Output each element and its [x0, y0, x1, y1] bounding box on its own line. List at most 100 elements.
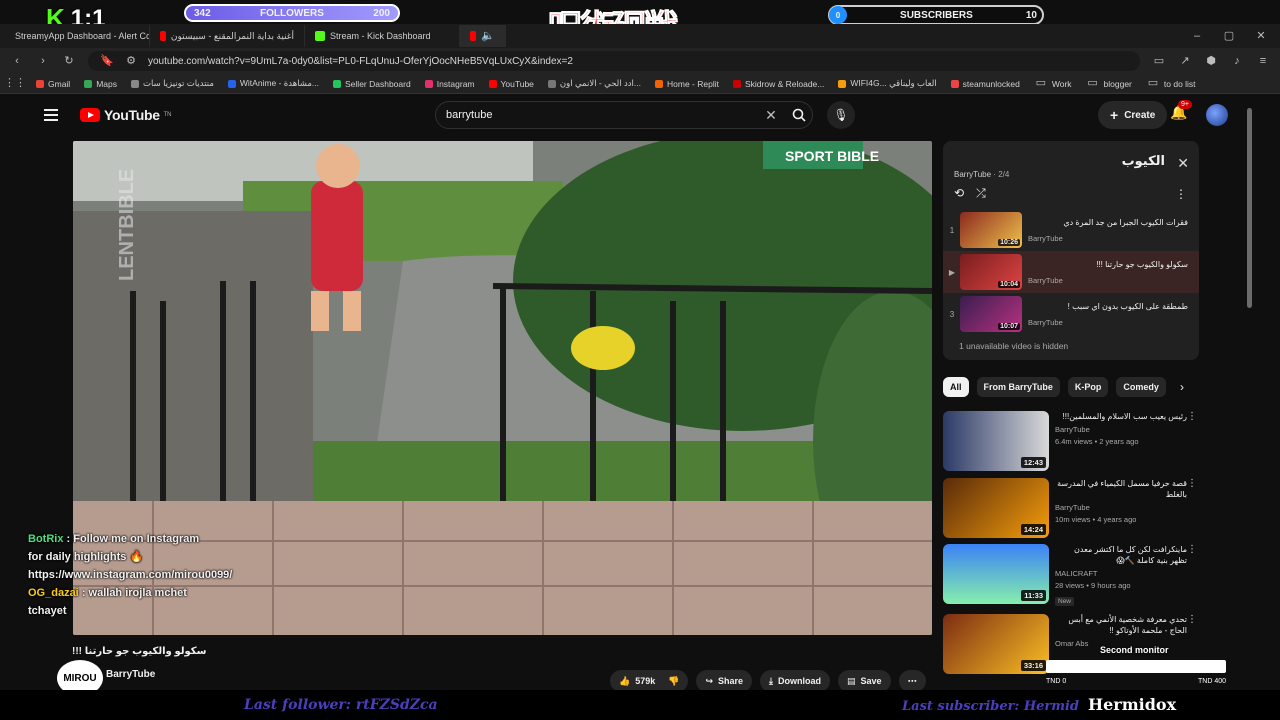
now-playing-icon: ▶ — [948, 267, 956, 277]
bookmark-youtube[interactable]: YouTube — [488, 79, 534, 89]
menu-icon[interactable]: ≡ — [1256, 54, 1270, 68]
create-button[interactable]: + Create — [1098, 101, 1168, 129]
bookmark-maps[interactable]: Maps — [84, 79, 117, 89]
bookmark-skidrow[interactable]: Skidrow & Reloade... — [732, 78, 825, 89]
speaker-icon: 🔈 — [481, 29, 495, 42]
bookmark-icon[interactable]: 🔖 — [100, 54, 114, 68]
recommendation-channel[interactable]: BarryTube — [1055, 503, 1187, 512]
bookmark-tunisia-sat[interactable]: منتديات تونيزيا سات — [131, 78, 214, 89]
share-button[interactable]: ↪ Share — [696, 670, 753, 692]
share-icon[interactable]: ↗ — [1178, 54, 1192, 68]
recommendation-thumbnail: 14:24 — [943, 478, 1049, 538]
folder-icon: ▭ — [1147, 77, 1159, 89]
instagram-icon — [424, 79, 433, 88]
site-info-icon[interactable]: ⚙ — [124, 54, 138, 68]
duration-badge: 12:43 — [1020, 457, 1046, 468]
minimize-icon[interactable]: – — [1190, 29, 1204, 43]
extension-icon[interactable]: ⬢ — [1204, 54, 1218, 68]
bookmark-steamunlocked[interactable]: steamunlocked — [950, 79, 1020, 89]
hidden-videos-note: 1 unavailable video is hidden — [959, 341, 1069, 351]
recommendation-item[interactable]: 14:24 قصة حرفيا مسمل الكيمياء في المدرسة… — [943, 478, 1201, 540]
chip-comedy[interactable]: Comedy — [1116, 377, 1166, 397]
recommendation-item[interactable]: 12:43 رئيس يعيب سب الاسلام والمسلمين!!! … — [943, 411, 1201, 473]
playlist-item[interactable]: 1 10:26 فقرات الكيوب الجبرا من جد المرة … — [943, 209, 1199, 251]
reload-icon[interactable]: ↻ — [62, 54, 76, 68]
bookmark-folder-blogger[interactable]: ▭ blogger — [1086, 77, 1132, 91]
playlist-channel[interactable]: BarryTube — [954, 170, 991, 179]
more-actions-icon[interactable]: ⋮ — [1187, 544, 1197, 555]
forum-icon — [131, 79, 139, 88]
more-actions-icon[interactable]: ⋮ — [1187, 478, 1197, 489]
guide-menu-icon[interactable] — [44, 109, 58, 121]
maximize-icon[interactable]: ▢ — [1222, 29, 1236, 43]
page-scrollbar[interactable] — [1247, 108, 1252, 308]
youtube-icon — [488, 79, 497, 88]
close-playlist-icon[interactable]: ✕ — [1177, 155, 1189, 172]
bookmark-gmail[interactable]: Gmail — [36, 79, 70, 89]
kick-favicon-icon — [315, 31, 325, 41]
bookmark-witanime[interactable]: WitAnime - مشاهدة... — [227, 78, 319, 89]
close-icon[interactable]: ✕ — [1254, 29, 1268, 43]
loop-icon[interactable]: ⟲ — [954, 186, 964, 201]
voice-search-button[interactable]: 🎙 — [827, 101, 855, 129]
bookmark-seller-dashboard[interactable]: Seller Dashboard — [333, 79, 411, 89]
save-button[interactable]: ▤ Save — [838, 670, 891, 692]
clear-search-icon[interactable]: ✕ — [764, 108, 778, 122]
address-bar[interactable]: 🔖 ⚙ youtube.com/watch?v=9UmL7a-0dy0&list… — [88, 51, 1140, 71]
bookmark-replit[interactable]: Home - Replit — [655, 79, 719, 89]
recommendation-item[interactable]: 11:33 ماينكرافت لكن كل ما اكتشر معدن تظه… — [943, 544, 1201, 606]
search-input[interactable]: barrytube ✕ — [435, 101, 813, 129]
like-button[interactable]: 👍 579k 👎 — [610, 670, 689, 692]
playlist-index: 1 — [949, 225, 955, 235]
apps-grid-icon[interactable]: ⋮⋮ — [4, 77, 26, 91]
stream-chat: BotRix : Follow me on Instagram for dail… — [28, 530, 232, 620]
playlist-title[interactable]: الكيوب — [1122, 153, 1165, 169]
chip-from-channel[interactable]: From BarryTube — [976, 377, 1060, 397]
playlist-item-title: فقرات الكيوب الجبرا من جد المرة دي — [1063, 217, 1188, 227]
save-icon: ▤ — [847, 675, 856, 686]
account-avatar[interactable] — [1206, 104, 1228, 126]
playlist-item[interactable]: 3 10:07 طمطقة على الكيوب بدون اي سبب ! Ba… — [943, 293, 1199, 335]
more-actions-icon[interactable]: ⋮ — [1187, 411, 1197, 422]
bookmark-anime-site[interactable]: ادد الحي - الانمي اون... — [547, 78, 641, 89]
tab-youtube-active[interactable]: 🔈 — [460, 25, 506, 47]
music-icon[interactable]: ♪ — [1230, 54, 1244, 68]
chat-message: BotRix : Follow me on Instagram for dail… — [28, 530, 232, 584]
chip-all[interactable]: All — [943, 377, 969, 397]
bookmark-label: Skidrow & Reloade... — [744, 78, 825, 89]
tab-streamyapp[interactable]: StreamyApp Dashboard - Alert Conf — [0, 25, 150, 47]
playlist-more-icon[interactable]: ⋮ — [1175, 187, 1187, 201]
recommendation-channel[interactable]: MALICRAFT — [1055, 569, 1187, 578]
duration-badge: 33:16 — [1020, 660, 1046, 671]
bookmark-folder-todo[interactable]: ▭ to do list — [1146, 77, 1196, 91]
channel-name[interactable]: BarryTube — [106, 669, 155, 680]
chevron-right-icon[interactable]: › — [1180, 380, 1184, 394]
shuffle-icon[interactable]: ⤮ — [976, 186, 986, 201]
bookmark-folder-work[interactable]: ▭ Work — [1034, 77, 1072, 91]
download-button[interactable]: ⤓ Download — [760, 670, 831, 692]
duration-badge: 10:04 — [998, 281, 1020, 288]
youtube-logo[interactable]: YouTube TN — [80, 107, 171, 123]
youtube-play-icon — [80, 108, 100, 122]
recommendation-channel[interactable]: BarryTube — [1055, 425, 1187, 434]
chip-kpop[interactable]: K-Pop — [1067, 377, 1109, 397]
bookmark-wifi4g[interactable]: WIFI4G... العاب وليناقي — [838, 78, 937, 89]
dislike-icon[interactable]: 👎 — [668, 676, 679, 687]
screen-icon[interactable]: ▭ — [1152, 54, 1166, 68]
more-actions-icon[interactable]: ⋮ — [1187, 614, 1197, 625]
tab-spacetoon-song[interactable]: أغنية بداية النمرالمقنع - سبيستون — [150, 25, 305, 47]
wifi4g-icon — [838, 79, 847, 88]
forward-icon[interactable]: › — [36, 54, 50, 68]
playlist-item-current[interactable]: ▶ 10:04 سكولو والكيوب جو حارتنا !!! Barry… — [943, 251, 1199, 293]
back-icon[interactable]: ‹ — [10, 54, 24, 68]
tab-kick-dashboard[interactable]: Stream - Kick Dashboard — [305, 25, 460, 47]
playlist-item-title: سكولو والكيوب جو حارتنا !!! — [1096, 259, 1188, 269]
followers-goal-bar: 342 FOLLOWERS 200 — [184, 4, 400, 22]
more-button[interactable]: ⋯ — [898, 670, 926, 692]
country-code: TN — [163, 112, 172, 118]
anime-site-icon — [547, 79, 556, 88]
bookmark-instagram[interactable]: Instagram — [424, 79, 475, 89]
search-button[interactable] — [785, 102, 813, 128]
bookmark-label: blogger — [1103, 78, 1132, 89]
share-icon: ↪ — [705, 675, 714, 686]
